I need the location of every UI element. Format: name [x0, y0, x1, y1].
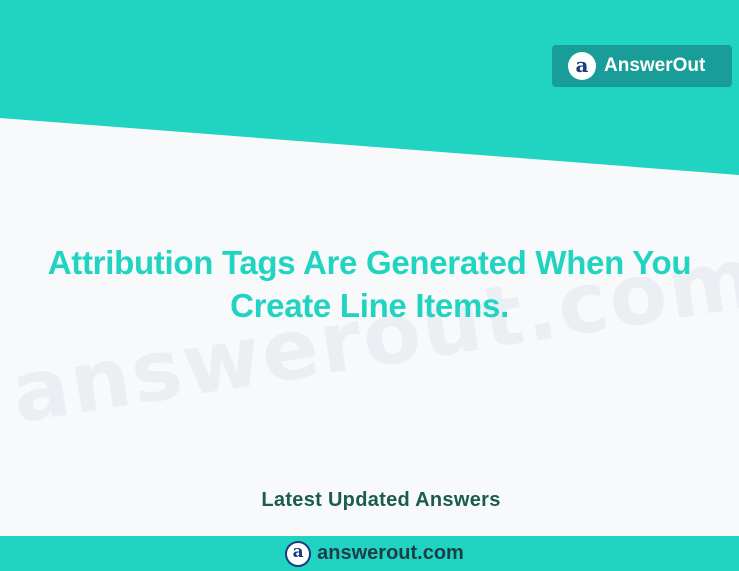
footer-logo-letter: a — [292, 542, 304, 562]
footer-link[interactable]: a answerout.com — [285, 540, 464, 567]
footer-url: answerout.com — [317, 542, 464, 564]
answerout-logo-icon: a — [568, 52, 596, 80]
subtitle-text: Latest Updated Answers — [261, 489, 501, 511]
brand-name: AnswerOut — [604, 55, 706, 76]
footer-logo-icon: a — [285, 540, 312, 567]
footer-bar: a answerout.com — [0, 536, 739, 571]
brand-badge[interactable]: a AnswerOut — [552, 45, 732, 87]
logo-letter: a — [575, 53, 589, 77]
question-headline: Attribution Tags Are Generated When You … — [0, 241, 739, 327]
headline-line-1: Attribution Tags Are Generated When You — [47, 244, 692, 281]
answer-card: answerout.com a AnswerOut Attribution Ta… — [0, 0, 739, 571]
headline-line-2: Create Line Items. — [230, 287, 509, 324]
